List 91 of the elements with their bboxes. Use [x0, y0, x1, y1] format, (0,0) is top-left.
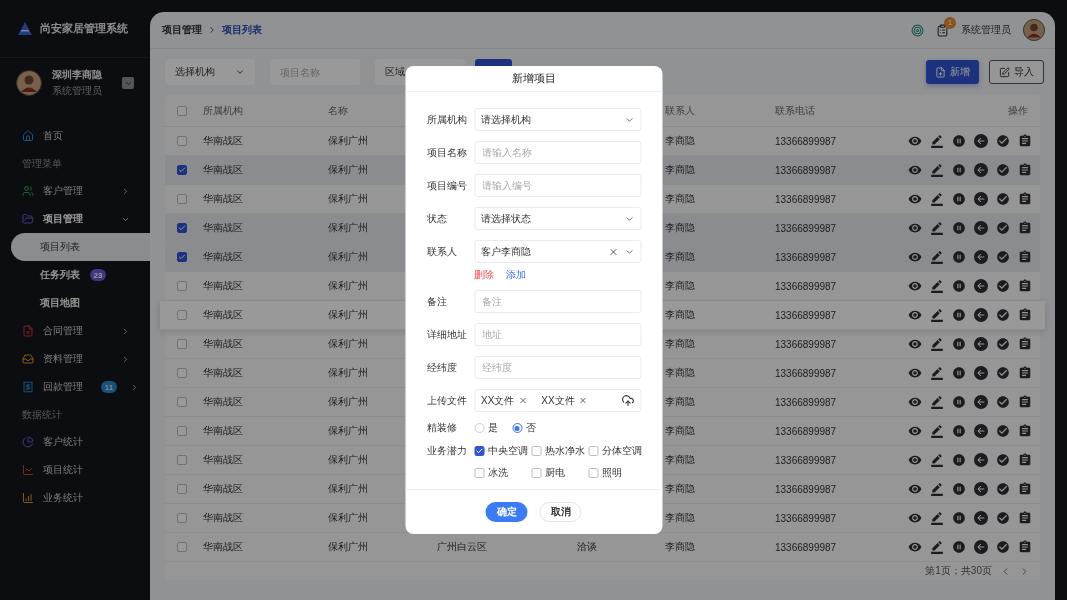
file-tag: XX文件: [541, 393, 588, 408]
table-cell: 13366899987: [775, 309, 837, 321]
table-cell: 13366899987: [775, 425, 837, 437]
table-cell: 华南战区: [203, 453, 243, 467]
notification-badge: 1: [944, 16, 956, 29]
table-cell: 李商隐: [665, 134, 695, 148]
field-label: 业务潜力: [427, 444, 468, 458]
table-cell: 李商隐: [665, 482, 695, 496]
field-label: 经纬度: [427, 361, 458, 375]
table-cell: 13366899987: [775, 251, 837, 263]
table-cell: 保利广州: [328, 279, 368, 293]
field-label: 项目名称: [427, 146, 468, 160]
table-cell: 华南战区: [203, 163, 243, 177]
table-cell: 广州白云区: [437, 540, 487, 554]
table-cell: 华南战区: [203, 134, 243, 148]
column-header: 联系人: [665, 103, 695, 118]
table-cell: 李商隐: [665, 395, 695, 409]
table-cell: 13366899987: [775, 396, 837, 408]
table-cell: 13366899987: [775, 512, 837, 524]
column-header: 操作: [1008, 103, 1028, 118]
table-cell: 13366899987: [775, 164, 837, 176]
field-label: 详细地址: [427, 328, 468, 342]
table-cell: 李商隐: [665, 424, 695, 438]
table-cell: 13366899987: [775, 454, 837, 466]
table-cell: 保利广州: [328, 308, 368, 322]
table-cell: 华南战区: [203, 250, 243, 264]
user-name: 深圳李商隐: [52, 68, 102, 82]
table-cell: 华南战区: [203, 540, 243, 554]
table-cell: 保利广州: [328, 221, 368, 235]
table-cell: 李商隐: [665, 308, 695, 322]
column-header: 名称: [328, 103, 348, 118]
table-cell: 李商隐: [665, 453, 695, 467]
table-cell: 李商隐: [665, 279, 695, 293]
table-cell: 保利广州: [328, 540, 368, 554]
table-cell: 华南战区: [203, 366, 243, 380]
field-label: 上传文件: [427, 394, 468, 408]
table-cell: 华南战区: [203, 337, 243, 351]
table-cell: 保利广州: [328, 337, 368, 351]
modal-title: 新增项目: [405, 66, 662, 92]
table-cell: 保利广州: [328, 511, 368, 525]
table-cell: 华南战区: [203, 511, 243, 525]
table-cell: 13366899987: [775, 483, 837, 495]
column-header: 联系电话: [775, 103, 815, 118]
table-cell: 华南战区: [203, 424, 243, 438]
table-cell: 华南战区: [203, 279, 243, 293]
table-cell: 李商隐: [665, 540, 695, 554]
brand-name: 尚安家居管理系统: [40, 21, 128, 36]
menu-section-label: 数据统计: [21, 407, 63, 422]
table-cell: 保利广州: [328, 453, 368, 467]
table-cell: 13366899987: [775, 338, 837, 350]
table-cell: 华南战区: [203, 308, 243, 322]
table-cell: 13366899987: [775, 222, 837, 234]
field-label: 备注: [427, 295, 448, 309]
table-cell: 保利广州: [328, 163, 368, 177]
table-cell: 李商隐: [665, 250, 695, 264]
field-label: 联系人: [427, 245, 458, 259]
table-cell: 保利广州: [328, 482, 368, 496]
table-cell: 保利广州: [328, 192, 368, 206]
table-cell: 保利广州: [328, 250, 368, 264]
table-cell: 13366899987: [775, 280, 837, 292]
table-cell: 保利广州: [328, 424, 368, 438]
page-info: 第1页；共30页: [925, 564, 992, 578]
table-cell: 李商隐: [665, 337, 695, 351]
menu-section-label: 管理菜单: [21, 156, 63, 171]
table-cell: 13366899987: [775, 135, 837, 147]
user-role: 系统管理员: [52, 84, 102, 98]
count-badge: 23: [90, 269, 106, 281]
field-label: 项目编号: [427, 179, 468, 193]
admin-name: 系统管理员: [961, 23, 1011, 37]
table-cell: 洽谈: [577, 540, 597, 554]
file-tag: XX文件: [481, 393, 528, 408]
field-label: 所属机构: [427, 113, 468, 127]
count-badge: 11: [101, 381, 117, 393]
table-cell: 李商隐: [665, 221, 695, 235]
table-cell: 李商隐: [665, 366, 695, 380]
table-cell: 李商隐: [665, 192, 695, 206]
table-cell: 李商隐: [665, 163, 695, 177]
column-header: 所属机构: [203, 103, 243, 118]
table-cell: 13366899987: [775, 367, 837, 379]
table-cell: 保利广州: [328, 366, 368, 380]
table-cell: 保利广州: [328, 395, 368, 409]
table-cell: 华南战区: [203, 395, 243, 409]
table-cell: 保利广州: [328, 134, 368, 148]
table-cell: 华南战区: [203, 482, 243, 496]
table-cell: 13366899987: [775, 541, 837, 553]
table-cell: 李商隐: [665, 511, 695, 525]
table-cell: 13366899987: [775, 193, 837, 205]
field-label: 状态: [427, 212, 448, 226]
table-cell: 华南战区: [203, 192, 243, 206]
field-label: 精装修: [427, 421, 458, 435]
table-cell: 华南战区: [203, 221, 243, 235]
